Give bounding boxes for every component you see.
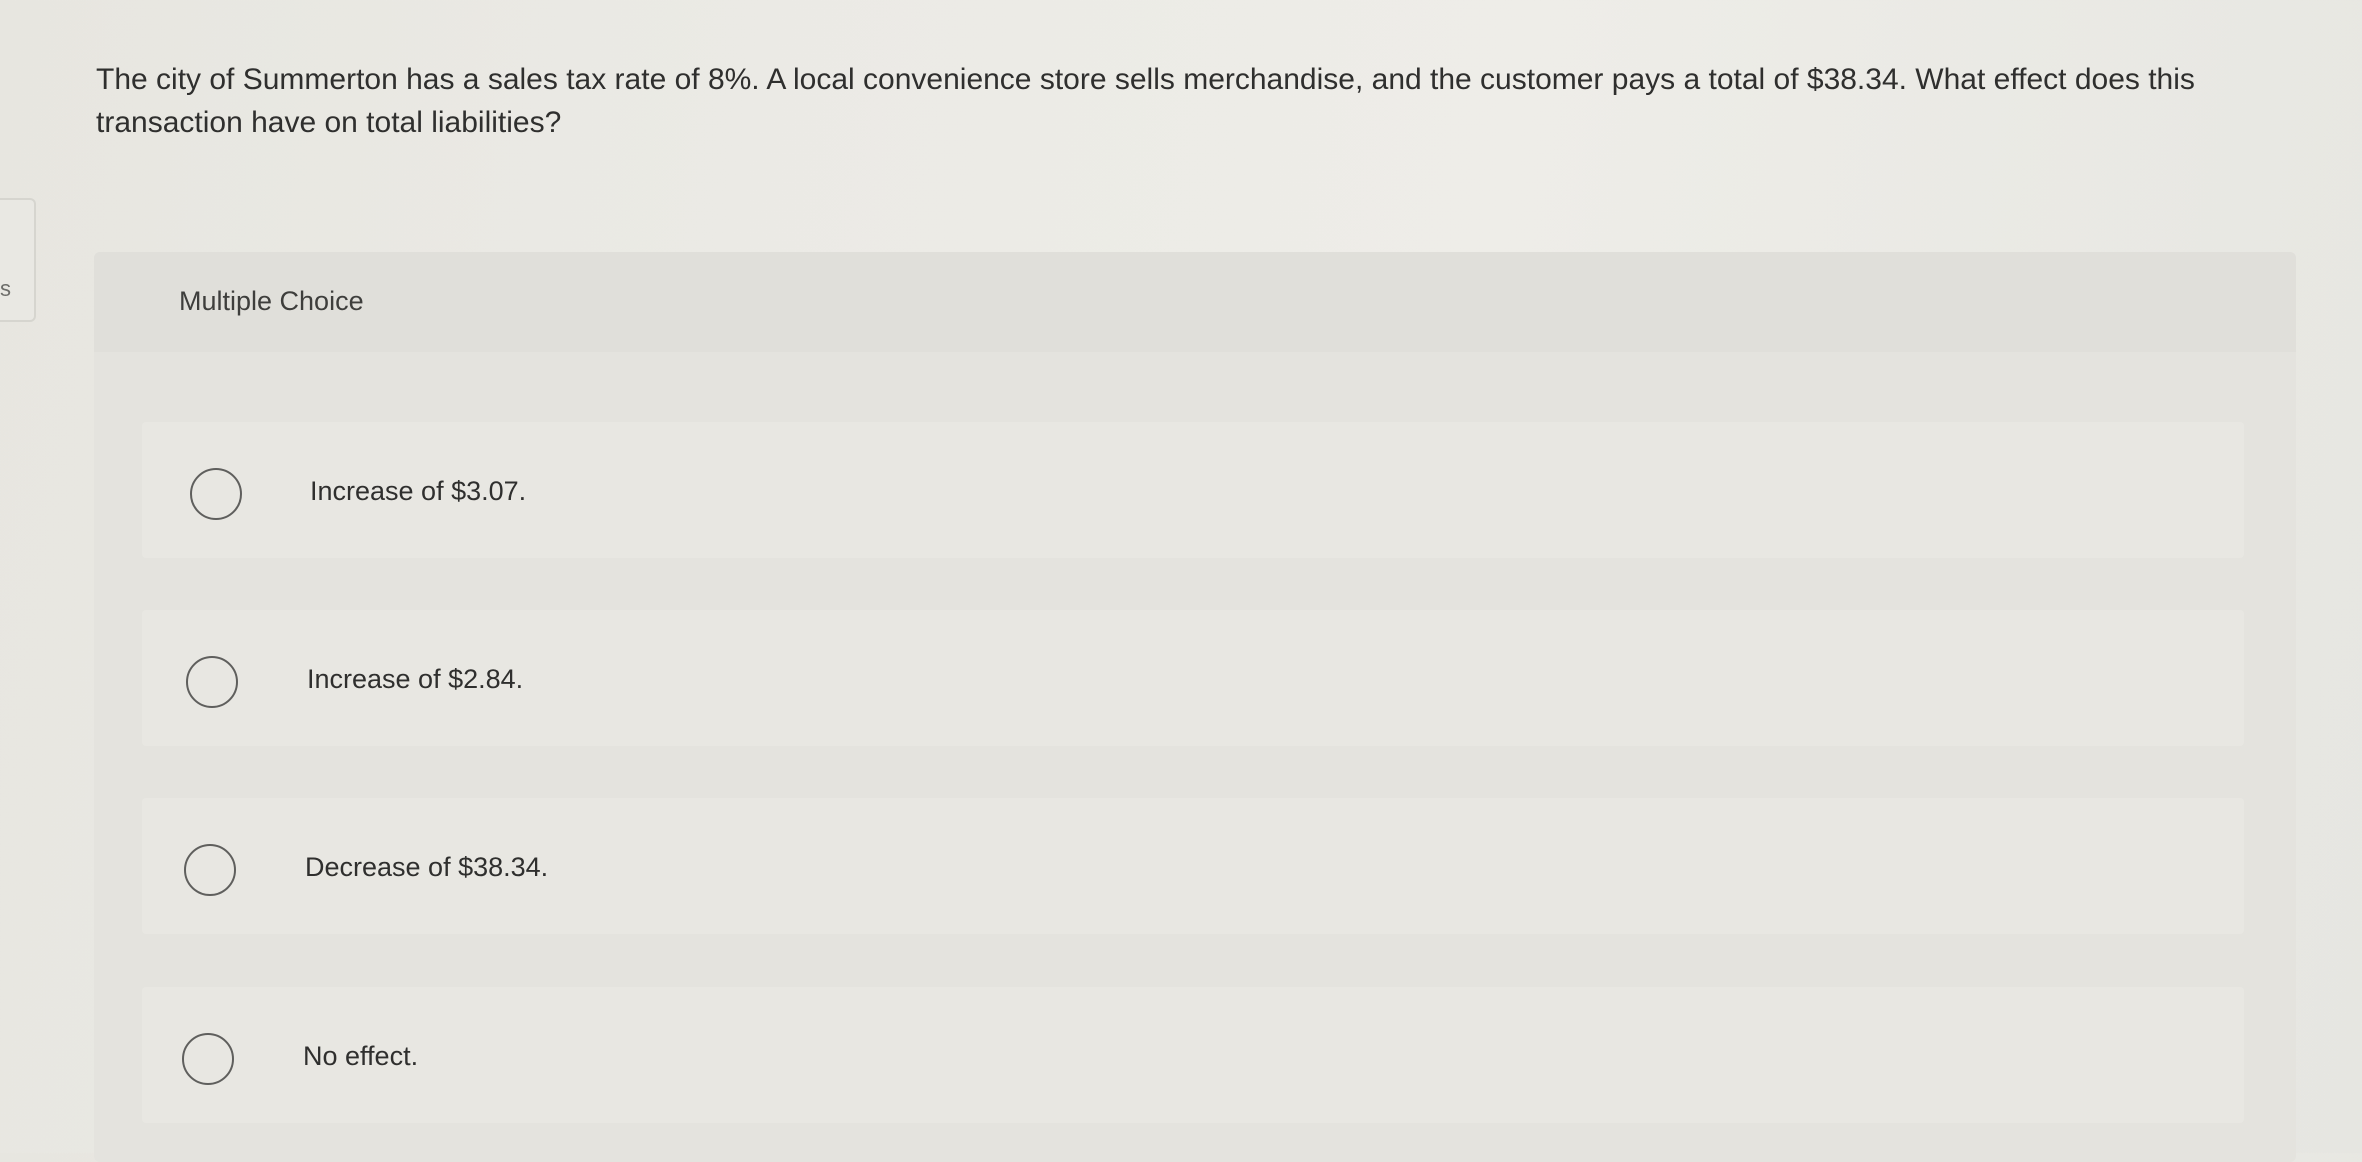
answer-option-3[interactable]: Decrease of $38.34. [142, 798, 2244, 934]
answer-option-label: Increase of $3.07. [310, 476, 527, 506]
answer-option-4[interactable]: No effect. [142, 987, 2244, 1123]
question-text: The city of Summerton has a sales tax ra… [96, 63, 2195, 139]
answer-option-label: Increase of $2.84. [307, 664, 524, 694]
multiple-choice-header: Multiple Choice [94, 252, 2296, 352]
answer-option-1[interactable]: Increase of $3.07. [142, 422, 2244, 558]
radio-button-icon[interactable] [184, 844, 236, 896]
multiple-choice-label: Multiple Choice [179, 286, 364, 316]
radio-button-icon[interactable] [186, 656, 238, 708]
radio-button-icon[interactable] [190, 468, 242, 520]
answer-option-label: Decrease of $38.34. [305, 852, 549, 882]
multiple-choice-panel: Multiple Choice Increase of $3.07. Incre… [94, 252, 2296, 1162]
answer-option-label: No effect. [303, 1041, 419, 1071]
side-panel-tab-label: s [0, 276, 11, 301]
answer-option-2[interactable]: Increase of $2.84. [142, 610, 2244, 746]
side-panel-tab[interactable] [0, 198, 36, 322]
radio-button-icon[interactable] [182, 1033, 234, 1085]
